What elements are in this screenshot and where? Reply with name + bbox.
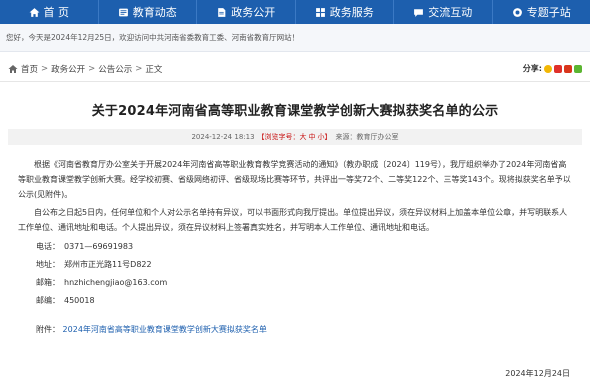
qzone-share-icon[interactable]	[544, 64, 552, 73]
breadcrumb-separator: >	[41, 63, 49, 74]
nav-item-interaction[interactable]: 交流互动	[394, 0, 493, 24]
email-value: hnzhichengjiao@163.com	[64, 278, 168, 287]
font-size-close: 】	[324, 133, 332, 141]
email-row: 邮箱： hnzhichengjiao@163.com	[36, 275, 572, 290]
phone-label: 电话：	[36, 242, 60, 251]
publish-date: 2024-12-24 18:13	[191, 133, 255, 141]
font-size-medium[interactable]: 中	[309, 132, 316, 142]
article-meta: 2024-12-24 18:13 【浏览字号： 大 中 小 】 来源：教育厅办公…	[8, 129, 582, 145]
nav-label: 专题子站	[526, 6, 571, 19]
wechat-share-icon[interactable]	[574, 64, 582, 73]
attachment-label: 附件：	[36, 325, 60, 334]
news-icon	[118, 8, 128, 16]
home-icon	[29, 7, 39, 17]
nav-item-gov-info[interactable]: 政务公开	[197, 0, 296, 24]
breadcrumb-gov-info[interactable]: 政务公开	[51, 63, 85, 75]
sign-date: 2024年12月24日	[505, 369, 570, 378]
breadcrumb-row: 首页 > 政务公开 > 公告公示 > 正文 分享:	[0, 56, 590, 82]
article-body: 根据《河南省教育厅办公室关于开展2024年河南省高等职业教育教学竞赛活动的通知》…	[0, 157, 590, 235]
phone-row: 电话： 0371—69691983	[36, 239, 572, 254]
breadcrumb-home[interactable]: 首页	[21, 63, 38, 75]
nav-label: 教育动态	[132, 6, 177, 19]
nav-item-gov-service[interactable]: 政务服务	[296, 0, 394, 24]
nav-item-home[interactable]: 首 页	[0, 0, 99, 24]
contact-info: 电话： 0371—69691983 地址： 郑州市正光路11号D822 邮箱： hnz…	[0, 239, 590, 308]
main-nav: 首 页 教育动态 政务公开 政务服务 交流互动 专题子站	[0, 0, 590, 24]
attachment-link[interactable]: 2024年河南省高等职业教育课堂教学创新大赛拟获奖名单	[63, 325, 267, 334]
attachment-row: 附件： 2024年河南省高等职业教育课堂教学创新大赛拟获奖名单	[0, 322, 590, 337]
phone-value: 0371—69691983	[64, 242, 134, 251]
email-label: 邮箱：	[36, 278, 60, 287]
share-bar: 分享:	[523, 63, 582, 74]
nav-item-topics[interactable]: 专题子站	[493, 0, 590, 24]
breadcrumb: 首页 > 政务公开 > 公告公示 > 正文	[8, 63, 162, 75]
paragraph: 自公布之日起5日内，任何单位和个人对公示名单持有异议，可以书面形式向我厅提出。单…	[18, 208, 568, 232]
font-size-label: 【浏览字号：	[257, 133, 300, 141]
welcome-text: 您好，今天是2024年12月25日，欢迎访问中共河南省委教育工委、河南省教育厅网…	[6, 33, 300, 42]
page-title: 关于2024年河南省高等职业教育课堂教学创新大赛拟获奖名单的公示	[91, 104, 499, 119]
nav-label: 政务服务	[329, 6, 374, 19]
nav-label: 交流互动	[428, 6, 473, 19]
welcome-bar: 您好，今天是2024年12月25日，欢迎访问中共河南省委教育工委、河南省教育厅网…	[0, 24, 590, 52]
renren-share-icon[interactable]	[564, 64, 572, 73]
article-source: 来源：教育厅办公室	[335, 133, 399, 141]
weibo-share-icon[interactable]	[554, 64, 562, 73]
postcode-row: 邮编： 450018	[36, 293, 572, 308]
address-value: 郑州市正光路11号D822	[64, 260, 152, 269]
address-row: 地址： 郑州市正光路11号D822	[36, 257, 572, 272]
postcode-label: 邮编：	[36, 296, 60, 305]
nav-label: 政务公开	[231, 6, 276, 19]
breadcrumb-separator: >	[88, 63, 96, 74]
font-size-large[interactable]: 大	[300, 132, 307, 142]
breadcrumb-separator: >	[135, 63, 143, 74]
breadcrumb-current: 正文	[145, 64, 163, 75]
paragraph: 根据《河南省教育厅办公室关于开展2024年河南省高等职业教育教学竞赛活动的通知》…	[18, 160, 571, 199]
nav-item-news[interactable]: 教育动态	[99, 0, 197, 24]
share-label: 分享:	[522, 64, 542, 73]
chat-icon	[414, 8, 424, 17]
home-icon	[8, 64, 18, 73]
topic-icon	[512, 7, 522, 17]
breadcrumb-notices[interactable]: 公告公示	[98, 63, 132, 75]
document-icon	[218, 7, 226, 17]
font-size-small[interactable]: 小	[318, 132, 325, 142]
address-label: 地址：	[36, 260, 60, 269]
nav-label: 首 页	[43, 6, 70, 19]
service-icon	[315, 7, 325, 17]
postcode-value: 450018	[64, 296, 95, 305]
